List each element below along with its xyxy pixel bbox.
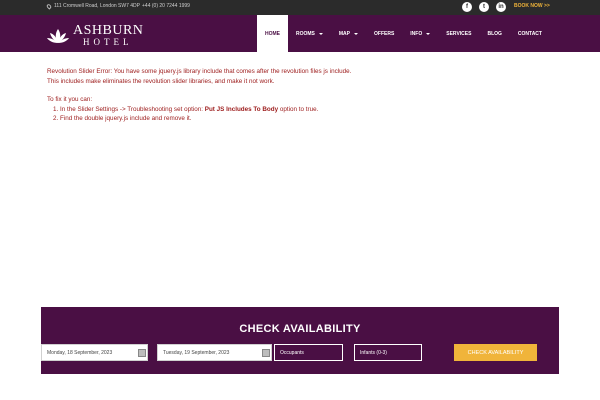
infants-placeholder: Infants (0-3) bbox=[360, 349, 387, 356]
availability-title: CHECK AVAILABILITY bbox=[239, 323, 361, 335]
infants-select[interactable]: Infants (0-3) bbox=[354, 344, 422, 361]
slider-error-message: Revolution Slider Error: You have some j… bbox=[47, 67, 547, 124]
error-line-1: Revolution Slider Error: You have some j… bbox=[47, 68, 352, 75]
nav-blog-label: BLOG bbox=[487, 30, 502, 37]
facebook-icon[interactable]: f bbox=[462, 2, 472, 12]
nav-home[interactable]: HOME bbox=[257, 15, 288, 52]
linkedin-icon[interactable]: in bbox=[496, 2, 506, 12]
chevron-down-icon bbox=[354, 32, 359, 35]
fix-step-1-suffix: option to true. bbox=[279, 105, 319, 113]
phone-number[interactable]: +44 (0) 20 7244 1999 bbox=[142, 3, 190, 9]
occupants-select[interactable]: Occupants bbox=[274, 344, 343, 361]
calendar-icon[interactable] bbox=[138, 349, 146, 357]
occupants-placeholder: Occupants bbox=[280, 349, 304, 356]
fix-intro: To fix it you can: bbox=[47, 96, 93, 103]
nav-info-label: INFO bbox=[410, 30, 423, 37]
logo-title: ASHBURN bbox=[73, 23, 144, 38]
chevron-down-icon bbox=[426, 32, 431, 35]
fix-steps: In the Slider Settings -> Troubleshootin… bbox=[60, 105, 547, 124]
nav-contact-label: CONTACT bbox=[517, 30, 542, 37]
nav-map-label: MAP bbox=[338, 30, 351, 37]
nav-services-label: SERVICES bbox=[446, 30, 472, 37]
fix-step-1: In the Slider Settings -> Troubleshootin… bbox=[60, 105, 547, 115]
lotus-icon bbox=[47, 28, 69, 43]
chevron-down-icon bbox=[318, 32, 323, 35]
checkin-date-field[interactable]: Monday, 18 September, 2023 bbox=[41, 344, 148, 361]
main-nav: HOME ROOMS MAP OFFERS INFO SERVICES BLOG… bbox=[257, 15, 550, 52]
header: ASHBURN HOTEL HOME ROOMS MAP OFFERS INFO… bbox=[0, 15, 600, 52]
error-line-2: This includes make eliminates the revolu… bbox=[47, 77, 275, 85]
nav-home-label: HOME bbox=[265, 30, 280, 37]
check-availability-button[interactable]: CHECK AVAILABILITY bbox=[454, 344, 537, 361]
nav-blog[interactable]: BLOG bbox=[479, 15, 509, 52]
fix-step-1-prefix: In the Slider Settings -> Troubleshootin… bbox=[60, 105, 203, 113]
checkin-date-value: Monday, 18 September, 2023 bbox=[47, 349, 113, 356]
fix-step-2: Find the double jquery.js include and re… bbox=[60, 114, 547, 124]
fix-step-1-option: Put JS Includes To Body bbox=[204, 105, 279, 113]
twitter-icon[interactable]: t bbox=[479, 2, 489, 12]
nav-info[interactable]: INFO bbox=[402, 15, 438, 52]
logo-subtitle: HOTEL bbox=[83, 37, 133, 47]
nav-map[interactable]: MAP bbox=[331, 15, 366, 52]
nav-contact[interactable]: CONTACT bbox=[510, 15, 550, 52]
nav-rooms[interactable]: ROOMS bbox=[288, 15, 331, 52]
location-pin-icon bbox=[45, 2, 53, 10]
top-bar: 111 Cromwell Road, London SW7 4DP +44 (0… bbox=[0, 0, 600, 15]
nav-rooms-label: ROOMS bbox=[296, 30, 315, 37]
address: 111 Cromwell Road, London SW7 4DP bbox=[45, 2, 140, 10]
checkout-date-field[interactable]: Tuesday, 19 September, 2023 bbox=[157, 344, 272, 361]
nav-offers-label: OFFERS bbox=[374, 30, 395, 37]
nav-services[interactable]: SERVICES bbox=[438, 15, 479, 52]
book-now-link[interactable]: BOOK NOW >> bbox=[514, 3, 550, 9]
address-text: 111 Cromwell Road, London SW7 4DP bbox=[54, 3, 140, 9]
availability-panel: CHECK AVAILABILITY Monday, 18 September,… bbox=[41, 307, 559, 374]
nav-offers[interactable]: OFFERS bbox=[366, 15, 402, 52]
checkout-date-value: Tuesday, 19 September, 2023 bbox=[163, 349, 230, 356]
calendar-icon[interactable] bbox=[262, 349, 270, 357]
hotel-logo[interactable]: ASHBURN HOTEL bbox=[47, 24, 143, 47]
